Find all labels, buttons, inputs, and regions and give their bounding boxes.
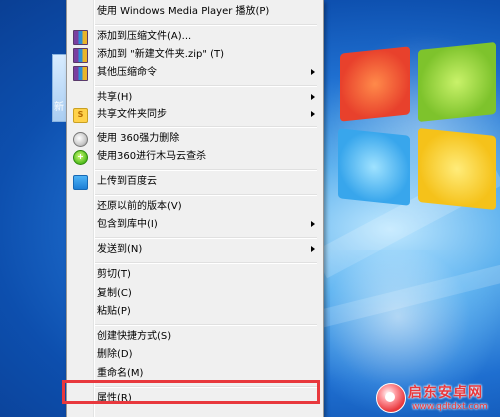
menu-item-paste[interactable]: 粘贴(P) (67, 302, 323, 321)
360-scan-icon: + (73, 150, 88, 165)
menu-item-restore-versions[interactable]: 还原以前的版本(V) (67, 197, 323, 216)
desktop-folder-label: 新 (54, 102, 64, 113)
menu-item-share-sync[interactable]: S 共享文件夹同步 (67, 105, 323, 124)
menu-item-send-to[interactable]: 发送到(N) (67, 240, 323, 259)
menu-item-label: 剪切(T) (97, 269, 131, 280)
menu-separator (95, 126, 317, 127)
winrar-icon (73, 48, 88, 63)
submenu-arrow-icon (311, 246, 315, 252)
menu-item-label: 添加到压缩文件(A)... (97, 31, 192, 42)
menu-item-play-wmp[interactable]: 使用 Windows Media Player 播放(P) (67, 2, 323, 21)
sync-icon: S (73, 108, 88, 123)
baidu-cloud-icon (73, 175, 88, 190)
menu-separator (95, 237, 317, 238)
menu-item-label: 上传到百度云 (97, 176, 157, 187)
menu-item-label: 创建快捷方式(S) (97, 331, 172, 342)
watermark: 启东安卓网 www.qdtdxt.com (376, 380, 500, 417)
menu-item-360-delete[interactable]: 使用 360强力删除 (67, 129, 323, 148)
menu-item-label: 使用360进行木马云查杀 (97, 151, 207, 162)
menu-separator (95, 194, 317, 195)
submenu-arrow-icon (311, 111, 315, 117)
menu-separator (95, 262, 317, 263)
menu-item-create-shortcut[interactable]: 创建快捷方式(S) (67, 327, 323, 346)
submenu-arrow-icon (311, 221, 315, 227)
menu-item-add-to-archive[interactable]: 添加到压缩文件(A)... (67, 27, 323, 46)
menu-item-label: 还原以前的版本(V) (97, 201, 182, 212)
menu-item-label: 添加到 "新建文件夹.zip" (T) (97, 49, 225, 60)
menu-separator (95, 324, 317, 325)
menu-item-label: 共享文件夹同步 (97, 109, 167, 120)
menu-item-360-scan[interactable]: + 使用360进行木马云查杀 (67, 147, 323, 166)
menu-item-label: 使用 Windows Media Player 播放(P) (97, 6, 270, 17)
menu-item-label: 粘贴(P) (97, 306, 131, 317)
menu-item-label: 包含到库中(I) (97, 219, 158, 230)
menu-item-other-compress[interactable]: 其他压缩命令 (67, 63, 323, 82)
submenu-arrow-icon (311, 94, 315, 100)
menu-item-baidu-upload[interactable]: 上传到百度云 (67, 172, 323, 191)
menu-item-delete[interactable]: 删除(D) (67, 345, 323, 364)
context-menu: 使用 Windows Media Player 播放(P) 添加到压缩文件(A)… (66, 0, 324, 417)
menu-item-cut[interactable]: 剪切(T) (67, 265, 323, 284)
menu-separator (95, 24, 317, 25)
menu-item-add-to-zip[interactable]: 添加到 "新建文件夹.zip" (T) (67, 45, 323, 64)
menu-item-label: 使用 360强力删除 (97, 133, 180, 144)
watermark-logo-icon (376, 383, 406, 413)
menu-item-label: 删除(D) (97, 349, 133, 360)
menu-item-label: 其他压缩命令 (97, 67, 157, 78)
watermark-title: 启东安卓网 (408, 385, 483, 401)
submenu-arrow-icon (311, 69, 315, 75)
menu-item-copy[interactable]: 复制(C) (67, 284, 323, 303)
winrar-icon (73, 66, 88, 81)
menu-item-label: 发送到(N) (97, 244, 143, 255)
watermark-url: www.qdtdxt.com (412, 402, 488, 412)
menu-item-label: 复制(C) (97, 288, 132, 299)
winrar-icon (73, 30, 88, 45)
menu-separator (95, 169, 317, 170)
windows-logo (332, 40, 500, 220)
menu-separator (95, 85, 317, 86)
menu-item-include-library[interactable]: 包含到库中(I) (67, 215, 323, 234)
properties-highlight-box (62, 380, 320, 404)
360-delete-icon (73, 132, 88, 147)
